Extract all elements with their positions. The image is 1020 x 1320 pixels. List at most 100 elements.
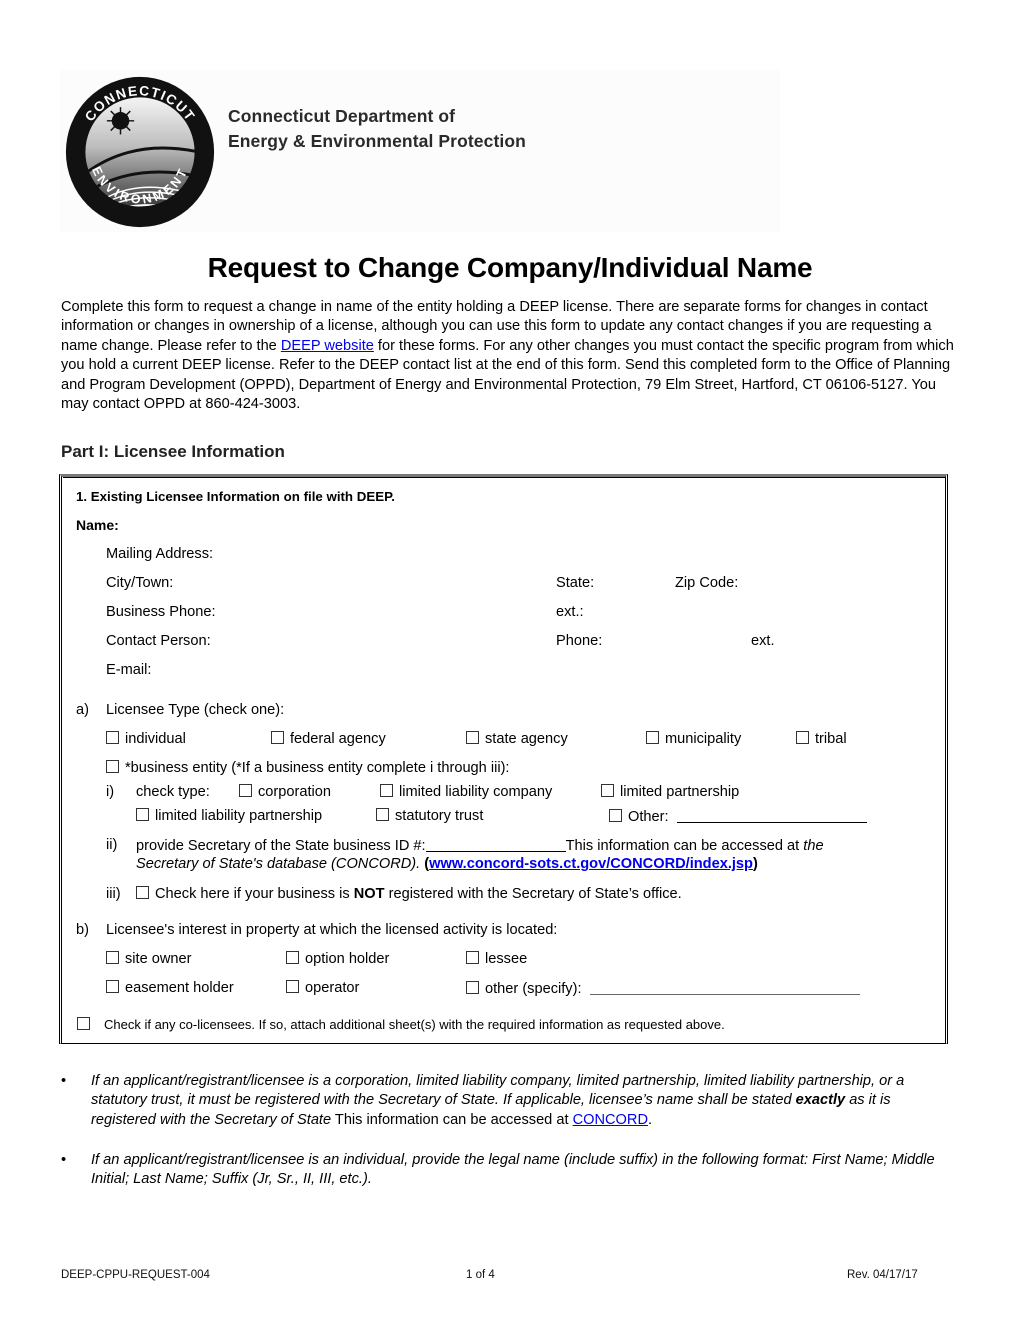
concord-url-link[interactable]: www.concord-sots.ct.gov/CONCORD/index.js… bbox=[429, 856, 753, 872]
bullet-icon: • bbox=[61, 1073, 67, 1089]
checkbox-llp[interactable]: limited liability partnership bbox=[136, 808, 322, 824]
sun-icon bbox=[106, 107, 135, 135]
access-info-italic: the bbox=[803, 838, 824, 854]
checkbox-icon[interactable] bbox=[136, 808, 149, 821]
part-heading: Part I: Licensee Information bbox=[61, 442, 285, 461]
checkbox-llc[interactable]: limited liability company bbox=[380, 784, 552, 800]
checkbox-icon[interactable] bbox=[106, 980, 119, 993]
checkbox-icon[interactable] bbox=[601, 784, 614, 797]
paren-close: ) bbox=[752, 856, 758, 872]
agency-name-line1: Connecticut Department of bbox=[228, 106, 456, 126]
option-label: limited liability partnership bbox=[155, 808, 323, 824]
checkbox-icon[interactable] bbox=[466, 951, 479, 964]
checkbox-corporation[interactable]: corporation bbox=[239, 784, 331, 800]
checkbox-icon[interactable] bbox=[466, 731, 479, 744]
ii-marker: ii) bbox=[106, 837, 118, 853]
option-label: Other: bbox=[628, 809, 669, 825]
concord-line: Secretary of State's database (CONCORD).… bbox=[136, 856, 758, 872]
bullet-end: . bbox=[647, 1111, 653, 1128]
checkbox-easement-holder[interactable]: easement holder bbox=[106, 980, 234, 996]
checkbox-operator[interactable]: operator bbox=[286, 980, 359, 996]
deep-website-link[interactable]: DEEP website bbox=[281, 338, 374, 354]
checkbox-icon[interactable] bbox=[106, 760, 119, 773]
not-registered-text-end: registered with the Secretary of State’s… bbox=[384, 886, 682, 902]
checkbox-icon[interactable] bbox=[239, 784, 252, 797]
checkbox-icon[interactable] bbox=[271, 731, 284, 744]
option-label: tribal bbox=[815, 731, 847, 747]
checkbox-individual[interactable]: individual bbox=[106, 731, 186, 747]
option-label: statutory trust bbox=[395, 808, 484, 824]
option-label: *business entity (*If a business entity … bbox=[125, 760, 510, 776]
business-id-field[interactable] bbox=[425, 837, 566, 852]
intro-paragraph: Complete this form to request a change i… bbox=[61, 298, 961, 414]
option-label: individual bbox=[125, 731, 186, 747]
phone-label: Phone: bbox=[556, 633, 603, 649]
checkbox-icon[interactable] bbox=[106, 951, 119, 964]
checkbox-limited-partnership[interactable]: limited partnership bbox=[601, 784, 739, 800]
property-interest-marker: b) bbox=[76, 922, 89, 938]
bullet-item-registration: • If an applicant/registrant/licensee is… bbox=[61, 1072, 951, 1132]
paren-open: ( bbox=[420, 856, 430, 872]
footer-page-number: 1 of 4 bbox=[466, 1269, 495, 1281]
agency-name-line2: Energy & Environmental Protection bbox=[228, 131, 526, 151]
checkbox-icon[interactable] bbox=[286, 980, 299, 993]
zip-label: Zip Code: bbox=[675, 575, 739, 591]
checkbox-icon[interactable] bbox=[380, 784, 393, 797]
i-marker: i) bbox=[106, 784, 115, 800]
city-label: City/Town: bbox=[106, 575, 174, 591]
checkbox-federal-agency[interactable]: federal agency bbox=[271, 731, 386, 747]
checkbox-icon[interactable] bbox=[286, 951, 299, 964]
footer-form-id: DEEP-CPPU-REQUEST-004 bbox=[61, 1269, 210, 1281]
section1-heading: 1. Existing Licensee Information on file… bbox=[76, 489, 395, 504]
other-interest-field[interactable] bbox=[589, 980, 860, 995]
checkbox-municipality[interactable]: municipality bbox=[646, 731, 741, 747]
licensee-type-marker: a) bbox=[76, 702, 89, 718]
checkbox-other-entity[interactable]: Other: bbox=[609, 808, 867, 825]
bullet-bold-text: exactly bbox=[795, 1092, 846, 1109]
option-label: limited partnership bbox=[620, 784, 740, 800]
checkbox-icon[interactable] bbox=[376, 808, 389, 821]
checkbox-tribal[interactable]: tribal bbox=[796, 731, 847, 747]
checkbox-icon[interactable] bbox=[77, 1017, 90, 1030]
page-title: Request to Change Company/Individual Nam… bbox=[207, 252, 813, 283]
bullet-icon: • bbox=[61, 1152, 67, 1168]
checkbox-co-licensees[interactable]: Check if any co-licensees. If so, attach… bbox=[77, 1017, 725, 1032]
option-label: lessee bbox=[485, 951, 528, 967]
checkbox-business-entity[interactable]: *business entity (*If a business entity … bbox=[106, 760, 510, 776]
bullet-text: If an applicant/registrant/licensee is a… bbox=[91, 1151, 951, 1190]
business-id-label: provide Secretary of the State business … bbox=[136, 838, 426, 854]
option-label: corporation bbox=[258, 784, 332, 800]
licensee-type-label: Licensee Type (check one): bbox=[106, 702, 285, 718]
checkbox-other-interest[interactable]: other (specify): bbox=[466, 980, 860, 997]
checkbox-lessee[interactable]: lessee bbox=[466, 951, 527, 967]
name-label: Name: bbox=[76, 517, 119, 533]
check-type-label: check type: bbox=[136, 784, 210, 800]
checkbox-icon[interactable] bbox=[646, 731, 659, 744]
checkbox-icon[interactable] bbox=[466, 981, 479, 994]
checkbox-statutory-trust[interactable]: statutory trust bbox=[376, 808, 483, 824]
checkbox-not-registered[interactable]: Check here if your business is NOT regis… bbox=[136, 886, 682, 902]
footer-revision: Rev. 04/17/17 bbox=[847, 1269, 918, 1281]
concord-db-text: Secretary of State's database (CONCORD). bbox=[136, 856, 421, 872]
checkbox-option-holder[interactable]: option holder bbox=[286, 951, 389, 967]
option-label: option holder bbox=[305, 951, 390, 967]
bullet-italic-text: If an applicant/registrant/licensee is a… bbox=[91, 1152, 935, 1188]
option-label: easement holder bbox=[125, 980, 234, 996]
not-emphasis: NOT bbox=[353, 886, 385, 902]
checkbox-icon[interactable] bbox=[106, 731, 119, 744]
box-divider bbox=[63, 477, 945, 478]
checkbox-icon[interactable] bbox=[796, 731, 809, 744]
checkbox-site-owner[interactable]: site owner bbox=[106, 951, 192, 967]
checkbox-state-agency[interactable]: state agency bbox=[466, 731, 568, 747]
other-entity-field[interactable] bbox=[676, 808, 867, 823]
business-id-line: provide Secretary of the State business … bbox=[136, 837, 824, 854]
option-label: municipality bbox=[665, 731, 742, 747]
checkbox-icon[interactable] bbox=[136, 886, 149, 899]
email-label: E-mail: bbox=[106, 662, 152, 678]
ct-deep-seal-logo-icon: CONNECTICUT ENVIRONMENT bbox=[65, 76, 215, 228]
header-banner: CONNECTICUT ENVIRONMENT Connecticut Depa… bbox=[60, 70, 780, 232]
option-label: site owner bbox=[125, 951, 192, 967]
concord-link[interactable]: CONCORD bbox=[573, 1112, 648, 1128]
contact-person-label: Contact Person: bbox=[106, 633, 211, 649]
checkbox-icon[interactable] bbox=[609, 809, 622, 822]
